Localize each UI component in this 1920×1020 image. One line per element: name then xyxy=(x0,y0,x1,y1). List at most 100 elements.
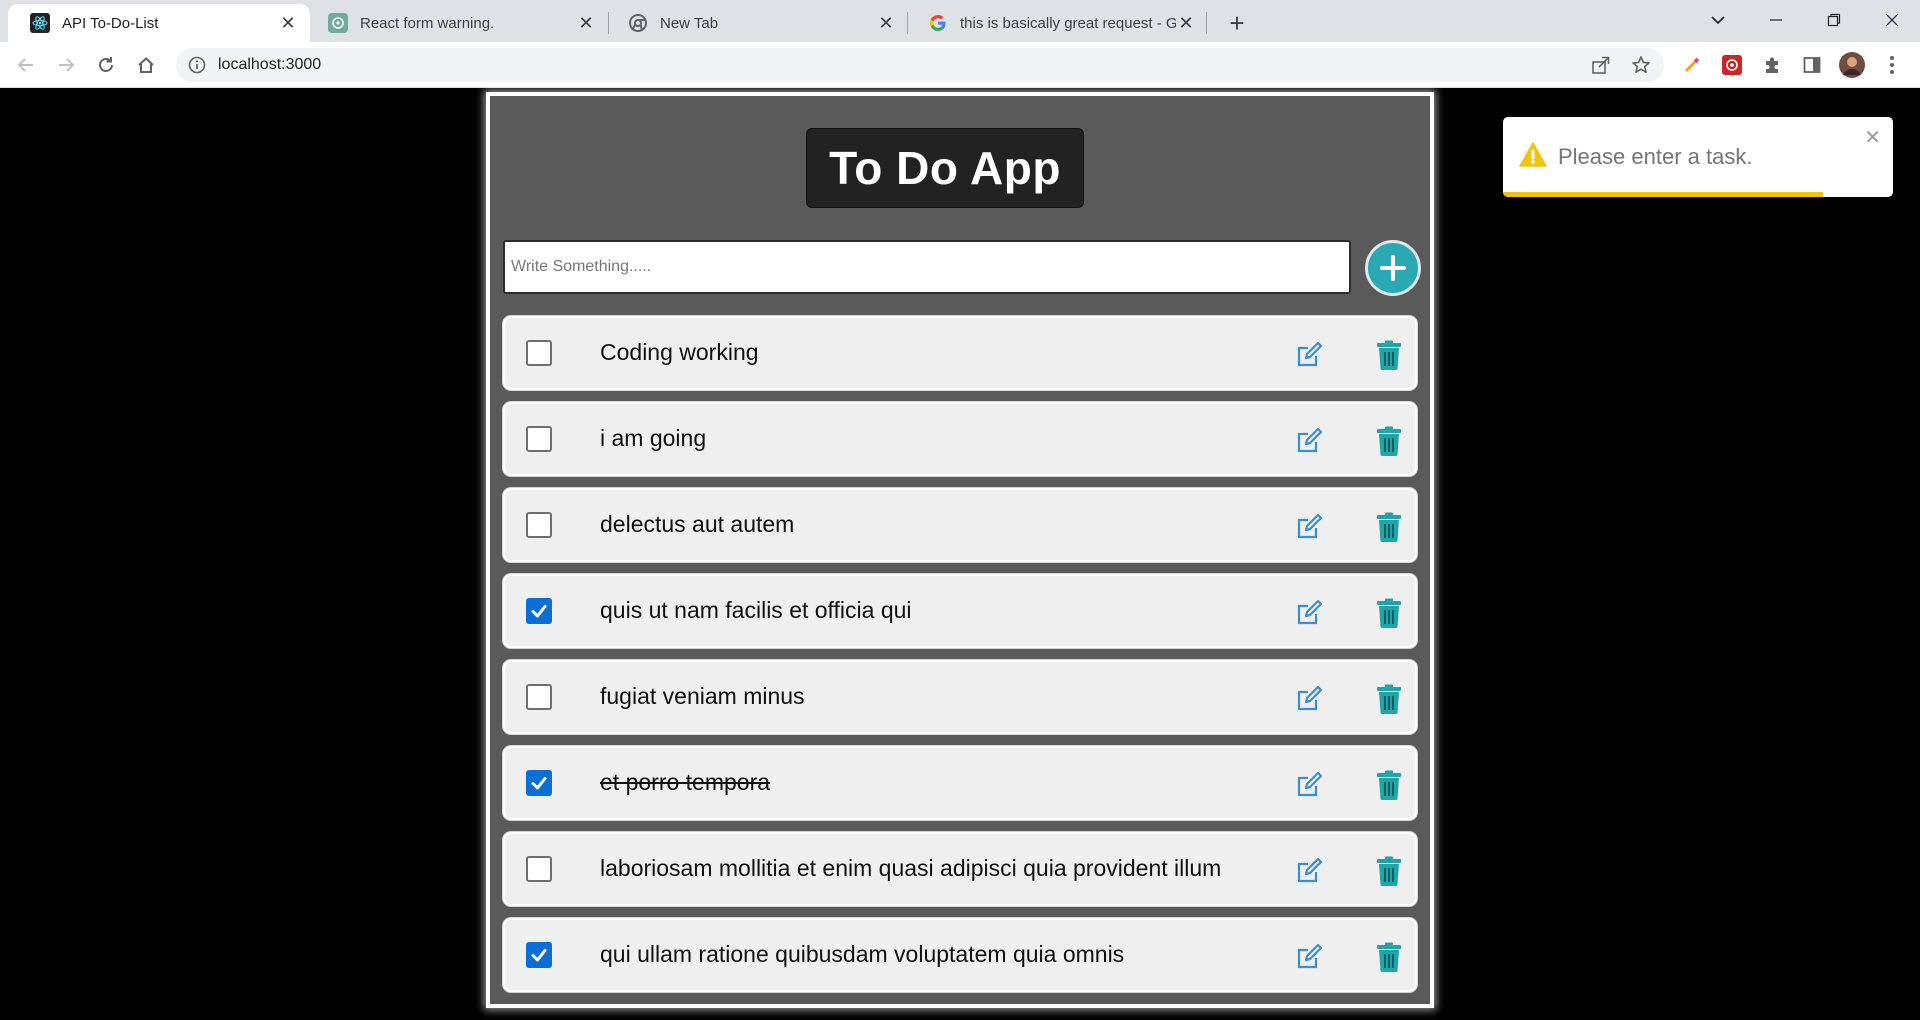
trash-icon[interactable] xyxy=(1376,340,1402,370)
close-icon xyxy=(1885,13,1899,27)
new-tab-button[interactable]: + xyxy=(1222,8,1252,38)
todo-checkbox[interactable] xyxy=(526,340,552,366)
browser-tab-0[interactable]: API To-Do-List ✕ xyxy=(8,4,310,42)
home-icon xyxy=(138,57,154,73)
task-input[interactable] xyxy=(503,240,1351,294)
edit-icon[interactable] xyxy=(1294,684,1324,714)
todo-text: i am going xyxy=(600,425,707,451)
tab-search-button[interactable] xyxy=(1690,0,1746,40)
todo-item: laboriosam mollitia et enim quasi adipis… xyxy=(503,832,1417,906)
extensions-button[interactable] xyxy=(1758,51,1786,79)
toast-progress-bar xyxy=(1503,192,1823,197)
home-button[interactable] xyxy=(130,49,162,81)
add-task-button[interactable] xyxy=(1365,240,1421,296)
chevron-down-icon xyxy=(1711,16,1725,25)
checkmark-icon xyxy=(531,777,547,790)
toast-close-icon[interactable]: ✕ xyxy=(1864,125,1881,150)
close-tab-icon[interactable]: ✕ xyxy=(876,13,896,33)
trash-icon[interactable] xyxy=(1376,684,1402,714)
todo-text: delectus aut autem xyxy=(600,511,795,537)
todo-app: To Do App Coding working i am going delect… xyxy=(486,92,1434,1008)
plus-icon xyxy=(1380,255,1406,281)
todo-item: qui ullam ratione quibusdam voluptatem q… xyxy=(503,918,1417,992)
edit-icon[interactable] xyxy=(1294,426,1324,456)
browser-tab-2[interactable]: New Tab ✕ xyxy=(606,4,908,42)
close-tab-icon[interactable]: ✕ xyxy=(576,13,596,33)
side-panel-button[interactable] xyxy=(1798,51,1826,79)
todo-item: delectus aut autem xyxy=(503,488,1417,562)
todo-checkbox[interactable] xyxy=(526,684,552,710)
star-icon xyxy=(1632,56,1650,74)
extension-red[interactable] xyxy=(1718,51,1746,79)
forward-button[interactable] xyxy=(50,49,82,81)
todo-checkbox[interactable] xyxy=(526,770,552,796)
reload-button[interactable] xyxy=(90,49,122,81)
chrome-icon xyxy=(628,13,648,33)
close-tab-icon[interactable]: ✕ xyxy=(278,13,298,33)
tab-title: this is basically great request - Go xyxy=(960,14,1176,32)
trash-icon[interactable] xyxy=(1376,770,1402,800)
todo-item: quis ut nam facilis et officia qui xyxy=(503,574,1417,648)
extension-app-icon xyxy=(1722,55,1742,75)
edit-icon[interactable] xyxy=(1294,598,1324,628)
warning-icon xyxy=(1519,142,1547,167)
browser-toolbar: localhost:3000 xyxy=(0,42,1920,88)
close-window-button[interactable] xyxy=(1864,0,1920,40)
checkmark-icon xyxy=(531,949,547,962)
tab-separator xyxy=(1206,12,1207,34)
chrome-menu-button[interactable] xyxy=(1878,51,1906,79)
info-icon[interactable] xyxy=(188,56,206,74)
eyedropper-icon xyxy=(1684,57,1700,73)
edit-icon[interactable] xyxy=(1294,340,1324,370)
trash-icon[interactable] xyxy=(1376,942,1402,972)
todo-item: i am going xyxy=(503,402,1417,476)
reload-icon xyxy=(99,57,113,72)
todo-list: Coding working i am going delectus aut aut… xyxy=(503,316,1417,1004)
todo-text: Coding working xyxy=(600,339,759,365)
restore-button[interactable] xyxy=(1806,0,1862,40)
url-text: localhost:3000 xyxy=(218,56,322,73)
trash-icon[interactable] xyxy=(1376,426,1402,456)
minimize-button[interactable] xyxy=(1748,0,1804,40)
todo-text: fugiat veniam minus xyxy=(600,683,805,709)
minimize-icon xyxy=(1770,19,1782,21)
bookmark-button[interactable] xyxy=(1624,48,1658,82)
trash-icon[interactable] xyxy=(1376,598,1402,628)
edit-icon[interactable] xyxy=(1294,770,1324,800)
todo-checkbox[interactable] xyxy=(526,598,552,624)
avatar-icon xyxy=(1839,52,1865,78)
kebab-menu-icon xyxy=(1890,56,1894,74)
tab-title: New Tab xyxy=(660,14,719,32)
app-title: To Do App xyxy=(829,142,1061,194)
browser-tab-1[interactable]: React form warning. ✕ xyxy=(306,4,608,42)
todo-text: qui ullam ratione quibusdam voluptatem q… xyxy=(600,941,1125,967)
back-button[interactable] xyxy=(10,49,42,81)
arrow-right-icon xyxy=(59,58,75,72)
react-icon xyxy=(30,13,50,33)
trash-icon[interactable] xyxy=(1376,512,1402,542)
chatgpt-icon xyxy=(328,13,348,33)
browser-tabstrip: API To-Do-List ✕ React form warning. ✕ N… xyxy=(0,0,1920,42)
share-button[interactable] xyxy=(1584,48,1618,82)
tab-title: API To-Do-List xyxy=(62,14,159,32)
tab-title: React form warning. xyxy=(360,14,495,32)
todo-checkbox[interactable] xyxy=(526,512,552,538)
todo-item: et porro tempora xyxy=(503,746,1417,820)
profile-avatar[interactable] xyxy=(1838,51,1866,79)
extension-colorpicker[interactable] xyxy=(1678,51,1706,79)
browser-tab-3[interactable]: this is basically great request - Go ✕ xyxy=(906,4,1208,42)
todo-checkbox[interactable] xyxy=(526,856,552,882)
todo-checkbox[interactable] xyxy=(526,426,552,452)
address-bar[interactable]: localhost:3000 xyxy=(176,48,1664,82)
toast-notification: Please enter a task. ✕ xyxy=(1503,117,1893,197)
restore-icon xyxy=(1827,13,1841,27)
toast-message: Please enter a task. xyxy=(1558,144,1753,169)
trash-icon[interactable] xyxy=(1376,856,1402,886)
todo-checkbox[interactable] xyxy=(526,942,552,968)
todo-item: Coding working xyxy=(503,316,1417,390)
edit-icon[interactable] xyxy=(1294,942,1324,972)
close-tab-icon[interactable]: ✕ xyxy=(1176,13,1196,33)
edit-icon[interactable] xyxy=(1294,856,1324,886)
app-header: To Do App xyxy=(806,128,1084,208)
edit-icon[interactable] xyxy=(1294,512,1324,542)
